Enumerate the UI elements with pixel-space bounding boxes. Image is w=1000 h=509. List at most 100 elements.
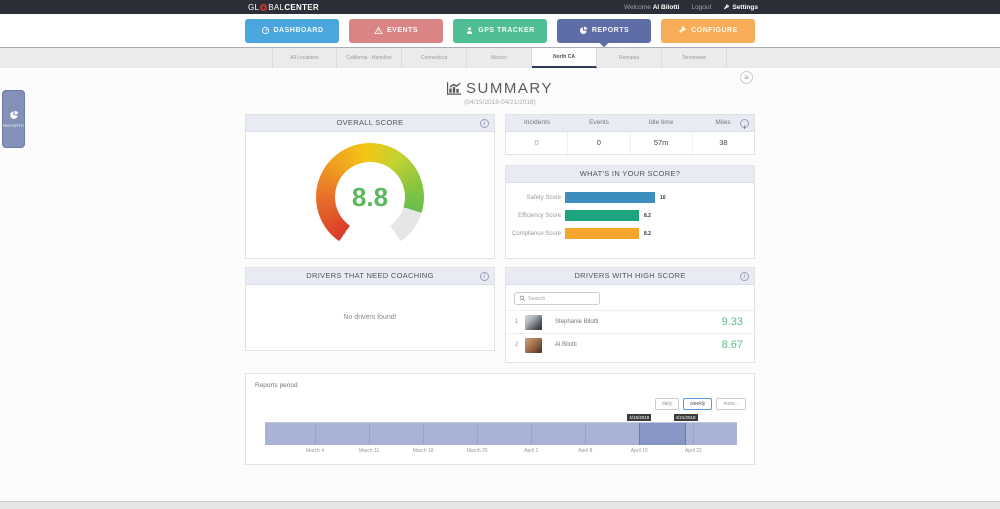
axis-tick-label: April 15 — [631, 448, 648, 454]
safety-score-bar — [565, 192, 655, 203]
bar-value: 8.2 — [644, 213, 651, 219]
gridline — [585, 423, 586, 445]
tab-tennessee[interactable]: Tennessee — [662, 48, 727, 68]
current-user: Al Bilotti — [653, 4, 680, 11]
more-button[interactable]: more... — [716, 398, 746, 410]
weekly-button[interactable]: weekly — [683, 398, 712, 410]
compliance-score-bar — [565, 228, 639, 239]
driver-score: 8.67 — [722, 339, 743, 351]
tab-california-hamilton[interactable]: California - Hamilton — [337, 48, 402, 68]
search-input[interactable] — [528, 296, 592, 302]
efficiency-score-row: Efficiency Score 8.2 — [506, 210, 746, 221]
app-logo: GL BALCENTER — [248, 0, 319, 14]
stats-value-incidents: 0 — [506, 132, 567, 154]
score-gauge: 8.8 — [246, 132, 494, 258]
footer-strip — [0, 501, 1000, 509]
tab-all-locations[interactable]: All Locations — [272, 48, 337, 68]
gridline — [531, 423, 532, 445]
timeline-band[interactable]: 4/15/2018 4/21/2018 — [265, 422, 737, 445]
selection-start-tooltip: 4/15/2018 — [627, 414, 651, 421]
score-breakdown-panel: WHAT'S IN YOUR SCORE? Safety Score 10 Ef… — [505, 165, 755, 259]
bar-value: 8.2 — [644, 231, 651, 237]
avatar — [525, 315, 542, 330]
stats-header-events: Events — [568, 115, 630, 131]
safety-score-row: Safety Score 10 — [506, 192, 746, 203]
info-icon[interactable] — [480, 272, 489, 281]
driver-search-box — [514, 292, 600, 305]
gps-tracker-button[interactable]: GPS TRACKER — [453, 19, 547, 43]
bar-chart-icon — [447, 82, 461, 95]
stats-value-idle-time: 57m — [630, 132, 692, 154]
overall-score-header: OVERALL SCORE — [246, 115, 494, 132]
axis-tick-label: March 18 — [413, 448, 434, 454]
timeline-axis: March 4 March 11 March 18 March 25 April… — [265, 448, 737, 456]
stats-header-idle-time: Idle time — [630, 115, 692, 131]
info-icon[interactable] — [740, 119, 749, 128]
search-icon — [519, 295, 526, 302]
logout-link[interactable]: Logout — [691, 4, 711, 11]
driver-rank: 1 — [515, 319, 525, 325]
navbar-right: Welcome Al Bilotti Logout Settings — [624, 0, 758, 14]
bar-label: Efficiency Score — [506, 213, 561, 219]
driver-row[interactable]: 1 Stephanie Bilotti 9.33 — [506, 310, 754, 333]
pie-chart-icon — [9, 110, 19, 120]
wrench-icon — [723, 4, 730, 11]
logo-text-center: CENTER — [284, 3, 319, 12]
tab-mexico[interactable]: Mexico — [467, 48, 532, 68]
driver-row[interactable]: 2 Al Bilotti 8.67 — [506, 333, 754, 356]
stats-value-row: 0 0 57m 38 — [506, 132, 754, 154]
reports-period-panel: Reports period daily weekly more... 4/15… — [245, 373, 755, 465]
axis-tick-label: April 22 — [685, 448, 702, 454]
logo-text-gl: GL — [248, 3, 259, 12]
selection-end-tooltip: 4/21/2018 — [674, 414, 698, 421]
reports-side-tab[interactable]: REPORTS — [2, 90, 25, 148]
gridline — [477, 423, 478, 445]
tab-connecticut[interactable]: Connecticut — [402, 48, 467, 68]
axis-tick-label: March 11 — [359, 448, 379, 454]
driver-score: 9.33 — [722, 316, 743, 328]
driver-name: Stephanie Bilotti — [555, 319, 722, 325]
bar-value: 10 — [660, 195, 666, 201]
page-content: REPORTS SUMMARY (04/15/2018-04/21/2018) … — [0, 68, 1000, 501]
gridline — [693, 423, 694, 445]
top-navbar: GL BALCENTER Welcome Al Bilotti Logout Se… — [0, 0, 1000, 14]
axis-tick-label: April 1 — [524, 448, 538, 454]
side-tab-label: REPORTS — [3, 123, 24, 128]
info-icon[interactable] — [740, 272, 749, 281]
export-menu-button[interactable] — [740, 71, 753, 84]
bar-label: Compliance Score — [506, 231, 561, 237]
bar-label: Safety Score — [506, 195, 561, 201]
target-icon — [260, 4, 267, 11]
axis-tick-label: March 4 — [306, 448, 324, 454]
timeline-selection-handle[interactable] — [639, 423, 685, 445]
main-nav: DASHBOARD EVENTS GPS TRACKER REPORTS CON… — [0, 14, 1000, 47]
stats-table: Incidents Events Idle time Miles 0 0 57m… — [505, 114, 755, 155]
reports-button[interactable]: REPORTS — [557, 19, 651, 43]
coaching-empty-message: No drivers found! — [246, 285, 494, 350]
gridline — [369, 423, 370, 445]
wrench-icon — [678, 26, 687, 35]
logo-text-bal: BAL — [268, 3, 284, 12]
stats-value-events: 0 — [567, 132, 629, 154]
dashboard-icon — [261, 26, 270, 35]
avatar — [525, 338, 542, 353]
overall-score-panel: OVERALL SCORE 8.8 — [245, 114, 495, 259]
stats-header-incidents: Incidents — [506, 115, 568, 131]
configure-button[interactable]: CONFIGURE — [661, 19, 755, 43]
high-score-panel: DRIVERS WITH HIGH SCORE 1 Stephanie Bilo… — [505, 267, 755, 363]
events-button[interactable]: EVENTS — [349, 19, 443, 43]
gridline — [423, 423, 424, 445]
efficiency-score-bar — [565, 210, 639, 221]
high-score-header: DRIVERS WITH HIGH SCORE — [506, 268, 754, 285]
tab-north-ca[interactable]: North CA — [532, 48, 597, 68]
range-buttons: daily weekly more... — [655, 398, 746, 410]
dashboard-button[interactable]: DASHBOARD — [245, 19, 339, 43]
info-icon[interactable] — [480, 119, 489, 128]
stats-value-miles: 38 — [692, 132, 754, 154]
daily-button[interactable]: daily — [655, 398, 679, 410]
settings-link[interactable]: Settings — [723, 4, 758, 11]
pie-chart-icon — [579, 26, 588, 35]
coaching-header: DRIVERS THAT NEED COACHING — [246, 268, 494, 285]
tab-romania[interactable]: Romania — [597, 48, 662, 68]
coaching-panel: DRIVERS THAT NEED COACHING No drivers fo… — [245, 267, 495, 351]
